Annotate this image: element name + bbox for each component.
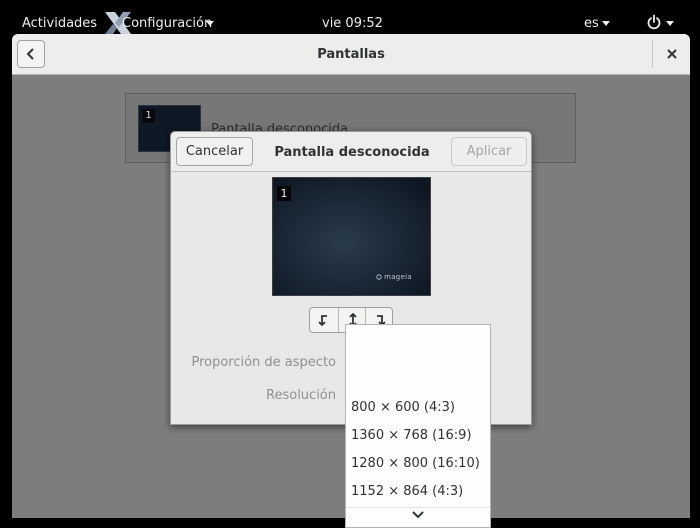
app-menu-button[interactable]: Configuración: [122, 16, 212, 31]
resolution-dropdown: 800 × 600 (4:3) 1360 × 768 (16:9) 1280 ×…: [345, 324, 491, 528]
preview-brand: mageia: [384, 273, 412, 281]
language-arrow-icon: [602, 21, 610, 26]
rotate-left-button[interactable]: [310, 308, 338, 332]
language-indicator[interactable]: es: [584, 16, 599, 31]
scroll-down-button[interactable]: [346, 507, 490, 527]
cancel-button[interactable]: Cancelar: [176, 137, 253, 166]
dialog-title: Pantalla desconocida: [274, 145, 430, 160]
chevron-down-icon: [412, 511, 424, 519]
app-menu-arrow-icon: [206, 21, 214, 26]
resolution-option[interactable]: 1280 × 800 (16:10): [351, 456, 480, 471]
aspect-ratio-label: Proporción de aspecto: [191, 355, 336, 370]
dialog-header: Cancelar Pantalla desconocida Aplicar: [171, 132, 531, 172]
resolution-option[interactable]: 1360 × 768 (16:9): [351, 428, 472, 443]
close-icon[interactable]: [662, 44, 682, 64]
resolution-label: Resolución: [266, 388, 336, 403]
header-separator: [652, 40, 653, 68]
power-menu-arrow-icon: [666, 21, 674, 26]
monitor-number: 1: [142, 109, 155, 123]
preview-number: 1: [277, 186, 291, 201]
rotate-left-icon: [318, 315, 327, 327]
activities-button[interactable]: Actividades: [22, 16, 97, 31]
apply-button[interactable]: Aplicar: [451, 137, 527, 166]
display-preview: 1 mageia: [272, 177, 431, 296]
power-icon[interactable]: [646, 14, 662, 30]
header-bar: Pantallas: [12, 34, 690, 75]
window-title: Pantallas: [317, 47, 385, 62]
resolution-option[interactable]: 1152 × 864 (4:3): [351, 484, 463, 499]
clock[interactable]: vie 09:52: [322, 16, 383, 31]
resolution-option[interactable]: 800 × 600 (4:3): [351, 400, 455, 415]
